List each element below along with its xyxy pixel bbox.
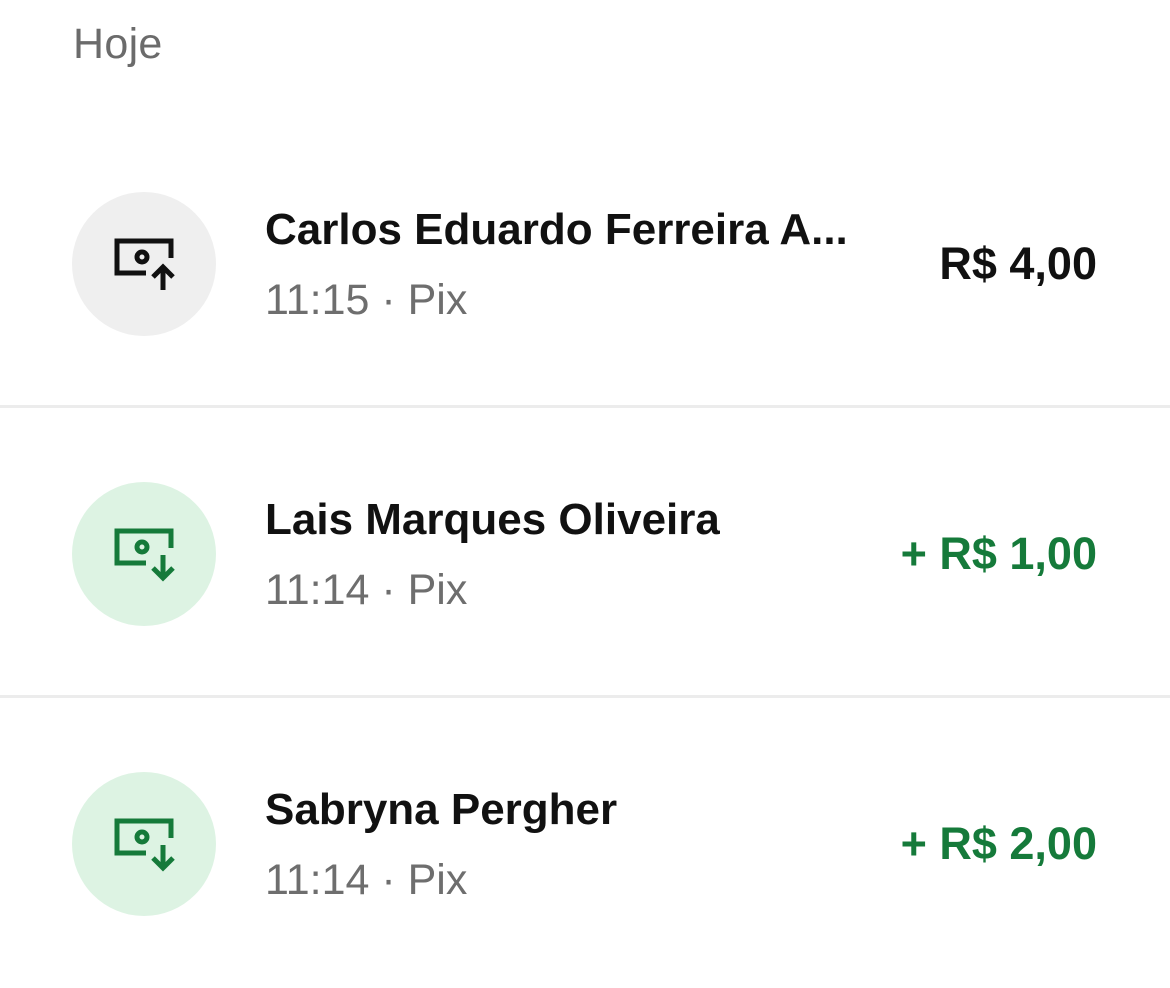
transaction-icon-outgoing: [72, 192, 216, 336]
transaction-time-method: 11:15 · Pix: [265, 276, 468, 324]
transaction-name: Sabryna Pergher: [265, 785, 618, 834]
transaction-amount: + R$ 1,00: [900, 528, 1097, 579]
transaction-amount: R$ 4,00: [939, 238, 1097, 289]
transaction-list: Carlos Eduardo Ferreira A... 11:15 · Pix…: [0, 118, 1170, 988]
money-send-icon: [114, 238, 175, 290]
money-receive-icon: [114, 528, 175, 582]
money-receive-icon: [114, 818, 175, 872]
transaction-icon-incoming: [72, 482, 216, 626]
transaction-name: Carlos Eduardo Ferreira A...: [265, 205, 848, 254]
transaction-row[interactable]: Sabryna Pergher 11:14 · Pix + R$ 2,00: [0, 698, 1170, 988]
transaction-row[interactable]: Carlos Eduardo Ferreira A... 11:15 · Pix…: [0, 118, 1170, 408]
transaction-amount: + R$ 2,00: [900, 818, 1097, 869]
transaction-time-method: 11:14 · Pix: [265, 856, 468, 904]
section-header-today: Hoje: [73, 20, 163, 68]
transaction-name: Lais Marques Oliveira: [265, 495, 720, 544]
transaction-icon-incoming: [72, 772, 216, 916]
transaction-time-method: 11:14 · Pix: [265, 566, 468, 614]
transaction-row[interactable]: Lais Marques Oliveira 11:14 · Pix + R$ 1…: [0, 408, 1170, 698]
